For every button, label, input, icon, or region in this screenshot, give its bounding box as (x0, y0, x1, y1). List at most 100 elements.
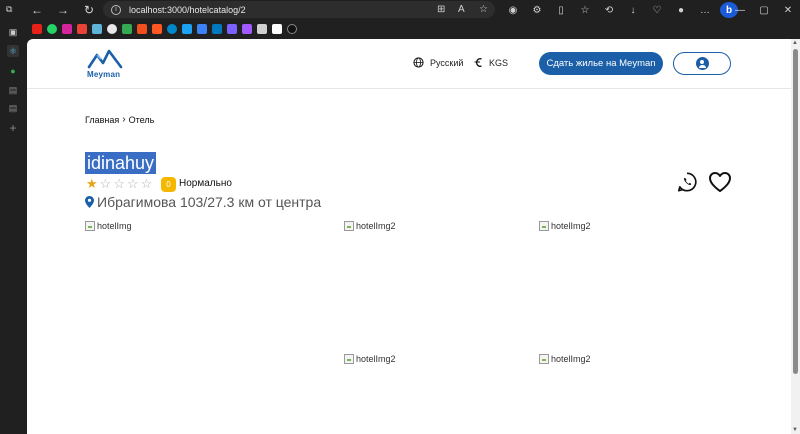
image-alt-text: hotelImg (97, 221, 132, 231)
performance-icon[interactable]: ♡ (648, 2, 666, 18)
logo-text[interactable]: Meyman (87, 70, 120, 79)
page-scrollbar[interactable]: ▲ ▼ (791, 39, 800, 434)
more-menu-icon[interactable]: … (696, 2, 714, 18)
hotel-title: idinahuy (85, 152, 157, 174)
scroll-down-icon[interactable]: ▼ (792, 427, 798, 433)
hotel-thumbnail-image[interactable]: hotelImg2 (539, 221, 591, 231)
bookmark-icon[interactable] (92, 24, 102, 34)
user-avatar-icon (695, 57, 709, 70)
tab-icon[interactable]: ▣ (7, 26, 19, 38)
currency-selector[interactable]: KGS (474, 57, 508, 68)
new-tab-icon[interactable]: + (7, 121, 19, 135)
broken-image-icon (85, 221, 95, 231)
gmail-bookmark-icon[interactable] (77, 24, 87, 34)
hotel-thumbnail-image[interactable]: hotelImg2 (539, 354, 591, 364)
browser-sidebar: ▣ ⚛ ● ▤ ▤ + (0, 20, 26, 434)
trello-bookmark-icon[interactable] (212, 24, 222, 34)
bulb-icon[interactable]: ◉ (504, 2, 522, 18)
bookmarks-bar (26, 20, 800, 38)
favorite-star-icon[interactable]: ☆ (479, 4, 488, 15)
bookmark-icon[interactable] (197, 24, 207, 34)
address-text: Ибрагимова 103/27.3 км от центра (97, 194, 322, 210)
extensions-icon[interactable]: ⚙ (528, 2, 546, 18)
breadcrumb-current: Отель (128, 114, 155, 125)
profile-icon[interactable]: ● (672, 2, 690, 18)
figma-bookmark-icon[interactable] (137, 24, 147, 34)
star-empty-icon: ☆ (99, 176, 112, 191)
image-alt-text: hotelImg2 (356, 221, 396, 231)
bookmark-icon[interactable] (272, 24, 282, 34)
back-icon[interactable]: ← (26, 2, 48, 18)
image-alt-text: hotelImg2 (551, 354, 591, 364)
tab-icon[interactable]: ▤ (7, 84, 19, 96)
instagram-bookmark-icon[interactable] (62, 24, 72, 34)
refresh-icon[interactable]: ↻ (78, 2, 100, 18)
broken-image-icon (344, 354, 354, 364)
rating-score-badge: 0 (161, 177, 176, 192)
close-icon[interactable]: ✕ (776, 0, 800, 20)
page-viewport: Meyman Русский KGS Сдать жилье на Meyman… (27, 39, 791, 434)
address-bar[interactable]: i ⊞ A ☆ (103, 1, 495, 18)
star-rating: ★ ☆ ☆ ☆ ☆ (86, 177, 152, 190)
telegram-bookmark-icon[interactable] (167, 24, 177, 34)
bookmark-icon[interactable] (242, 24, 252, 34)
drive-bookmark-icon[interactable] (122, 24, 132, 34)
star-empty-icon: ☆ (140, 176, 153, 191)
broken-image-icon (344, 221, 354, 231)
hotel-thumbnail-image[interactable]: hotelImg2 (344, 354, 396, 364)
favorites-icon[interactable]: ☆ (576, 2, 594, 18)
favorite-heart-icon[interactable] (708, 171, 732, 193)
scroll-up-icon[interactable]: ▲ (792, 40, 798, 46)
star-empty-icon: ☆ (113, 176, 125, 191)
site-info-icon[interactable]: i (111, 4, 121, 15)
language-label: Русский (430, 57, 464, 68)
location-pin-icon (85, 196, 94, 208)
breadcrumb: Главная › Отель (85, 114, 154, 125)
language-selector[interactable]: Русский (413, 57, 463, 68)
forward-icon[interactable]: → (52, 2, 74, 18)
tab-actions-icon[interactable]: ⧉ (6, 4, 12, 15)
breadcrumb-home-link[interactable]: Главная (85, 115, 119, 125)
rating-label: Нормально (179, 178, 232, 189)
star-empty-icon: ☆ (126, 176, 139, 191)
minimize-icon[interactable]: — (728, 0, 752, 20)
hotel-address: Ибрагимова 103/27.3 км от центра (85, 194, 321, 210)
bookmark-icon[interactable] (287, 24, 297, 34)
read-aloud-icon[interactable]: A (458, 4, 465, 15)
hotel-main-image[interactable]: hotelImg (85, 221, 132, 231)
broken-image-icon (539, 221, 549, 231)
globe-icon (413, 57, 424, 68)
image-alt-text: hotelImg2 (551, 221, 591, 231)
bookmark-icon[interactable] (152, 24, 162, 34)
broken-image-icon (539, 354, 549, 364)
currency-label: KGS (489, 57, 509, 68)
github-bookmark-icon[interactable] (107, 24, 117, 34)
scrollbar-thumb[interactable] (793, 49, 798, 374)
star-filled-icon: ★ (86, 176, 98, 191)
bookmark-icon[interactable] (257, 24, 267, 34)
apps-icon[interactable]: ⊞ (437, 4, 445, 15)
tab-icon[interactable]: ▤ (7, 102, 19, 114)
browser-nav: ← → ↻ (26, 2, 100, 18)
whatsapp-bookmark-icon[interactable] (47, 24, 57, 34)
window-controls: — ▢ ✕ (728, 0, 800, 20)
whatsapp-icon[interactable] (676, 171, 698, 193)
site-header: Meyman Русский KGS Сдать жилье на Meyman (27, 39, 791, 89)
url-input[interactable] (129, 4, 409, 15)
list-property-button[interactable]: Сдать жилье на Meyman (539, 52, 663, 75)
split-screen-icon[interactable]: ▯ (552, 2, 570, 18)
tab-icon[interactable]: ● (7, 65, 19, 77)
downloads-icon[interactable]: ↓ (624, 2, 642, 18)
twitter-bookmark-icon[interactable] (182, 24, 192, 34)
browser-toolbar: ◉ ⚙ ▯ ☆ ⟲ ↓ ♡ ● … b (504, 2, 738, 18)
history-icon[interactable]: ⟲ (600, 2, 618, 18)
profile-button[interactable] (673, 52, 731, 75)
bookmark-icon[interactable] (227, 24, 237, 34)
chevron-right-icon: › (122, 114, 126, 125)
browser-titlebar: ⧉ ← → ↻ i ⊞ A ☆ ◉ ⚙ ▯ ☆ ⟲ ↓ ♡ ● … b — ▢ … (0, 0, 800, 20)
som-currency-icon (474, 58, 482, 67)
hotel-thumbnail-image[interactable]: hotelImg2 (344, 221, 396, 231)
maximize-icon[interactable]: ▢ (752, 0, 776, 20)
active-tab-icon[interactable]: ⚛ (7, 45, 19, 57)
youtube-bookmark-icon[interactable] (32, 24, 42, 34)
